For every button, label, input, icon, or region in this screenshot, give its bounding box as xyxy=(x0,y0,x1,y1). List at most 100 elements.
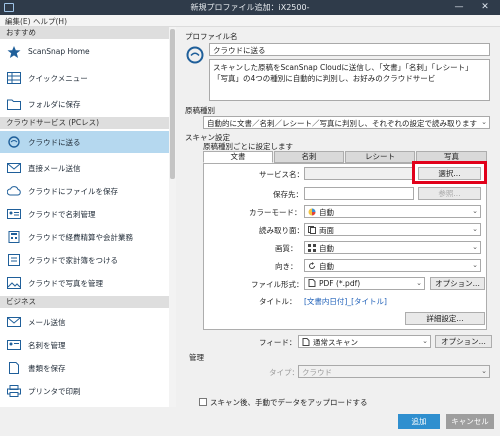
quality-select[interactable]: 自動 ⌄ xyxy=(304,241,481,254)
cloud-send-icon xyxy=(186,46,204,64)
sidebar-item-save-documents[interactable]: 書類を保存 xyxy=(0,357,169,379)
color-mode-value: 自動 xyxy=(319,208,334,217)
quality-label: 画質： xyxy=(275,244,298,253)
mail-icon xyxy=(7,317,21,327)
sidebar-item-label: フォルダに保存 xyxy=(28,100,81,109)
business-card-icon xyxy=(7,209,21,219)
orientation-label: 向き： xyxy=(275,262,298,271)
service-name-label: サービス名： xyxy=(259,170,304,179)
file-format-value: PDF (*.pdf) xyxy=(319,279,361,288)
photo-icon xyxy=(7,277,21,289)
sidebar-scrollbar[interactable] xyxy=(169,27,176,407)
sidebar-item-cloud-send[interactable]: クラウドに送る xyxy=(0,131,169,153)
minimize-button[interactable]: — xyxy=(448,0,470,15)
sidebar-item-label: 名刺を管理 xyxy=(28,341,66,350)
menu-help[interactable]: ヘルプ(H) xyxy=(33,16,67,27)
sidebar-item-label: プリンタで印刷 xyxy=(28,387,81,396)
chevron-down-icon: ⌄ xyxy=(481,118,487,126)
highlight-frame xyxy=(412,161,487,184)
sidebar-item-mail-send[interactable]: メール送信 xyxy=(0,311,169,333)
section-header-cloud: クラウドサービス (PCレス) xyxy=(0,117,169,129)
rotate-icon xyxy=(309,262,315,269)
sidebar-item-label: 直接メール送信 xyxy=(28,164,81,173)
sidebar-item-label: クイックメニュー xyxy=(28,74,88,83)
tab-document[interactable]: 文書 xyxy=(203,151,273,163)
sidebar-item-print[interactable]: プリンタで印刷 xyxy=(0,380,169,402)
menu-edit[interactable]: 編集(E) xyxy=(5,16,31,27)
file-format-option-button[interactable]: オプション... xyxy=(430,277,485,290)
doc-type-value: 自動的に文書／名刺／レシート／写真に判別し、それぞれの設定で読み取ります xyxy=(207,119,477,128)
feed-label: フィード： xyxy=(259,338,297,347)
detail-settings-button[interactable]: 詳細設定... xyxy=(405,312,485,325)
cloud-send-icon xyxy=(8,136,20,148)
color-wheel-icon xyxy=(308,208,316,216)
color-mode-select[interactable]: 自動 ⌄ xyxy=(304,205,481,218)
sidebar-item-cloud-photo[interactable]: クラウドで写真を管理 xyxy=(0,272,169,294)
manage-label: 管理 xyxy=(189,353,204,362)
upload-checkbox[interactable] xyxy=(199,398,207,406)
sidebar: おすすめ ScanSnap Home クイックメニュー フォルダに保存 クラウド… xyxy=(0,27,176,407)
sidebar-item-scansnap-home[interactable]: ScanSnap Home xyxy=(0,41,169,63)
tab-receipt[interactable]: レシート xyxy=(345,151,415,163)
title-label: タイトル： xyxy=(259,297,297,306)
chevron-down-icon: ⌄ xyxy=(481,367,487,375)
quality-grid-icon xyxy=(308,244,316,252)
calculator-icon xyxy=(8,231,20,243)
scan-side-value: 両面 xyxy=(319,226,334,235)
profile-box: クラウドに送る スキャンした原稿をScanSnap Cloudに送信し、「文書」… xyxy=(209,43,490,101)
file-format-select[interactable]: PDF (*.pdf) ⌄ xyxy=(304,277,425,290)
sidebar-item-label: ScanSnap Home xyxy=(28,47,90,56)
close-button[interactable]: ✕ xyxy=(474,0,496,15)
household-book-icon xyxy=(8,254,20,266)
orientation-value: 自動 xyxy=(319,262,334,271)
sidebar-item-quick-menu[interactable]: クイックメニュー xyxy=(0,67,169,89)
feed-option-button[interactable]: オプション... xyxy=(435,335,492,348)
chevron-down-icon: ⌄ xyxy=(472,207,478,215)
quality-value: 自動 xyxy=(319,244,334,253)
title-value[interactable]: [文書内日付]_[タイトル] xyxy=(304,296,387,307)
feed-value: 通常スキャン xyxy=(313,338,358,347)
sidebar-item-label: メール送信 xyxy=(28,318,66,327)
chevron-down-icon: ⌄ xyxy=(472,225,478,233)
color-mode-label: カラーモード： xyxy=(249,208,302,217)
sidebar-item-cloud-business-card[interactable]: クラウドで名刺管理 xyxy=(0,203,169,225)
sidebar-item-label: 書類を保存 xyxy=(28,364,66,373)
type-label: タイプ： xyxy=(269,368,299,377)
doc-type-label: 原稿種別 xyxy=(185,106,215,115)
sidebar-item-manage-cards[interactable]: 名刺を管理 xyxy=(0,334,169,356)
chevron-down-icon: ⌄ xyxy=(422,337,428,345)
sidebar-item-save-folder[interactable]: フォルダに保存 xyxy=(0,93,169,115)
sidebar-item-label: クラウドで家計簿をつける xyxy=(28,256,118,265)
tab-business-card[interactable]: 名刺 xyxy=(274,151,344,163)
save-to-label: 保存先： xyxy=(273,190,303,199)
type-value: クラウド xyxy=(302,368,332,377)
section-header-recommended: おすすめ xyxy=(0,27,169,39)
sidebar-item-label: クラウドで名刺管理 xyxy=(28,210,96,219)
profile-name-input[interactable]: クラウドに送る xyxy=(209,43,490,56)
sidebar-item-cloud-expense[interactable]: クラウドで経費精算や会計業務 xyxy=(0,226,169,248)
orientation-select[interactable]: 自動 ⌄ xyxy=(304,259,481,272)
chevron-down-icon: ⌄ xyxy=(472,243,478,251)
sidebar-item-label: クラウドで写真を管理 xyxy=(28,279,103,288)
title-bar: 新規プロファイル追加：iX2500- — ✕ xyxy=(0,0,500,15)
chevron-down-icon: ⌄ xyxy=(416,279,422,287)
scrollbar-thumb[interactable] xyxy=(170,29,175,179)
profile-description-field[interactable]: スキャンした原稿をScanSnap Cloudに送信し、「文書」「名刺」「レシー… xyxy=(209,59,490,101)
doc-type-select[interactable]: 自動的に文書／名刺／レシート／写真に判別し、それぞれの設定で読み取ります ⌄ xyxy=(203,116,490,129)
folder-icon xyxy=(7,99,21,110)
sidebar-item-cloud-file[interactable]: クラウドにファイルを保存 xyxy=(0,180,169,202)
sidebar-item-cloud-household[interactable]: クラウドで家計簿をつける xyxy=(0,249,169,271)
save-to-field xyxy=(304,187,414,200)
section-header-business: ビジネス xyxy=(0,296,169,308)
browse-button[interactable]: 参照... xyxy=(418,187,481,200)
grid-menu-icon xyxy=(7,72,21,84)
scan-side-select[interactable]: 両面 ⌄ xyxy=(304,223,481,236)
add-button[interactable]: 追加 xyxy=(398,414,440,429)
main-panel: プロファイル名 クラウドに送る スキャンした原稿をScanSnap Cloudに… xyxy=(177,27,500,407)
feed-select[interactable]: 通常スキャン ⌄ xyxy=(298,335,431,348)
footer: 追加 キャンセル xyxy=(0,407,500,436)
chevron-down-icon: ⌄ xyxy=(472,261,478,269)
sidebar-item-direct-mail[interactable]: 直接メール送信 xyxy=(0,157,169,179)
cancel-button[interactable]: キャンセル xyxy=(446,414,494,429)
document-icon xyxy=(308,279,316,287)
